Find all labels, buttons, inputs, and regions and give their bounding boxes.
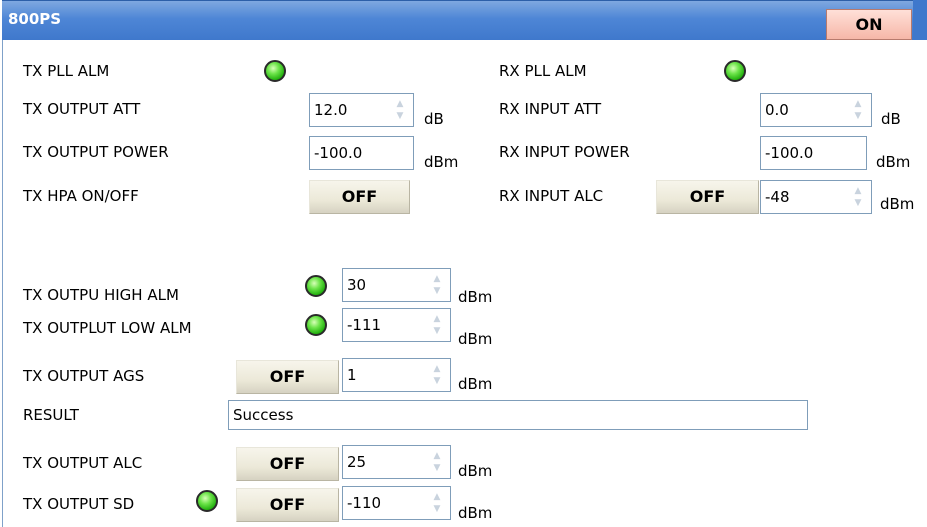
- rx-input-att-label: RX INPUT ATT: [499, 100, 602, 118]
- tx-output-high-alm-label: TX OUTPU HIGH ALM: [23, 286, 179, 304]
- rx-input-alc-off-button[interactable]: OFF: [656, 180, 759, 214]
- rx-input-power-input[interactable]: -100.0: [760, 136, 867, 170]
- tx-output-power-label: TX OUTPUT POWER: [23, 143, 169, 161]
- rx-input-att-input[interactable]: 0.0 ▲ ▼: [760, 93, 872, 127]
- tx-output-low-alm-label: TX OUTPLUT LOW ALM: [23, 319, 192, 337]
- tx-output-sd-input[interactable]: -110 ▲ ▼: [342, 486, 451, 520]
- tx-output-alc-spinner-icon[interactable]: ▲ ▼: [428, 450, 446, 474]
- result-value: Success: [233, 406, 294, 424]
- tx-output-alc-unit: dBm: [458, 462, 493, 480]
- tx-output-sd-value: -110: [347, 494, 382, 512]
- power-on-button[interactable]: ON: [826, 9, 912, 40]
- tx-output-sd-spinner-icon[interactable]: ▲ ▼: [428, 491, 446, 515]
- rx-input-att-unit: dB: [881, 110, 901, 128]
- tx-output-alc-input[interactable]: 25 ▲ ▼: [342, 445, 451, 479]
- rx-input-alc-input[interactable]: -48 ▲ ▼: [760, 180, 872, 214]
- tx-output-att-unit: dB: [424, 110, 444, 128]
- tx-output-ags-input[interactable]: 1 ▲ ▼: [342, 358, 451, 392]
- rx-input-alc-value: -48: [765, 188, 790, 206]
- rx-input-power-unit: dBm: [876, 153, 911, 171]
- rx-pll-alm-label: RX PLL ALM: [499, 62, 587, 80]
- tx-output-alc-value: 25: [347, 453, 367, 471]
- tx-output-low-alm-unit: dBm: [458, 330, 493, 348]
- tx-output-att-label: TX OUTPUT ATT: [23, 100, 141, 118]
- rx-input-att-value: 0.0: [765, 101, 789, 119]
- tx-output-alc-off-button[interactable]: OFF: [236, 447, 339, 481]
- title-bar-edge: [913, 0, 927, 40]
- tx-output-att-value: 12.0: [314, 101, 348, 119]
- rx-input-alc-label: RX INPUT ALC: [499, 187, 604, 205]
- tx-output-low-alm-value: -111: [347, 316, 382, 334]
- tx-output-high-alm-value: 30: [347, 276, 367, 294]
- tx-output-att-spinner-icon[interactable]: ▲ ▼: [391, 98, 409, 122]
- tx-output-low-alm-input[interactable]: -111 ▲ ▼: [342, 308, 451, 342]
- tx-output-low-alm-led-icon: [305, 314, 327, 336]
- rx-input-power-label: RX INPUT POWER: [499, 143, 630, 161]
- tx-output-power-value: -100.0: [314, 144, 363, 162]
- tx-output-high-alm-unit: dBm: [458, 288, 493, 306]
- tx-output-ags-label: TX OUTPUT AGS: [23, 367, 145, 385]
- tx-output-ags-off-button[interactable]: OFF: [236, 360, 339, 394]
- panel-title-bar: [2, 0, 927, 40]
- tx-output-alc-label: TX OUTPUT ALC: [23, 454, 143, 472]
- tx-hpa-off-button[interactable]: OFF: [309, 180, 410, 214]
- tx-output-high-alm-spinner-icon[interactable]: ▲ ▼: [428, 273, 446, 297]
- tx-output-low-alm-spinner-icon[interactable]: ▲ ▼: [428, 313, 446, 337]
- rx-input-power-value: -100.0: [765, 144, 814, 162]
- tx-output-ags-unit: dBm: [458, 375, 493, 393]
- tx-output-sd-unit: dBm: [458, 504, 493, 522]
- tx-output-power-unit: dBm: [424, 153, 459, 171]
- result-label: RESULT: [23, 406, 79, 424]
- tx-pll-alm-label: TX PLL ALM: [23, 62, 110, 80]
- tx-output-power-input[interactable]: -100.0: [309, 136, 414, 170]
- tx-output-att-input[interactable]: 12.0 ▲ ▼: [309, 93, 414, 127]
- tx-output-sd-off-button[interactable]: OFF: [236, 488, 339, 522]
- rx-input-att-spinner-icon[interactable]: ▲ ▼: [849, 98, 867, 122]
- tx-output-high-alm-input[interactable]: 30 ▲ ▼: [342, 268, 451, 302]
- tx-output-high-alm-led-icon: [305, 275, 327, 297]
- tx-pll-alm-led-icon: [264, 60, 286, 82]
- tx-output-sd-led-icon: [196, 490, 218, 512]
- rx-pll-alm-led-icon: [724, 60, 746, 82]
- tx-output-ags-value: 1: [347, 366, 357, 384]
- tx-hpa-label: TX HPA ON/OFF: [23, 187, 139, 205]
- tx-output-ags-spinner-icon[interactable]: ▲ ▼: [428, 363, 446, 387]
- rx-input-alc-unit: dBm: [880, 195, 915, 213]
- rx-input-alc-spinner-icon[interactable]: ▲ ▼: [849, 185, 867, 209]
- panel-title: 800PS: [8, 10, 62, 28]
- tx-output-sd-label: TX OUTPUT SD: [23, 495, 135, 513]
- result-field: Success: [228, 400, 808, 430]
